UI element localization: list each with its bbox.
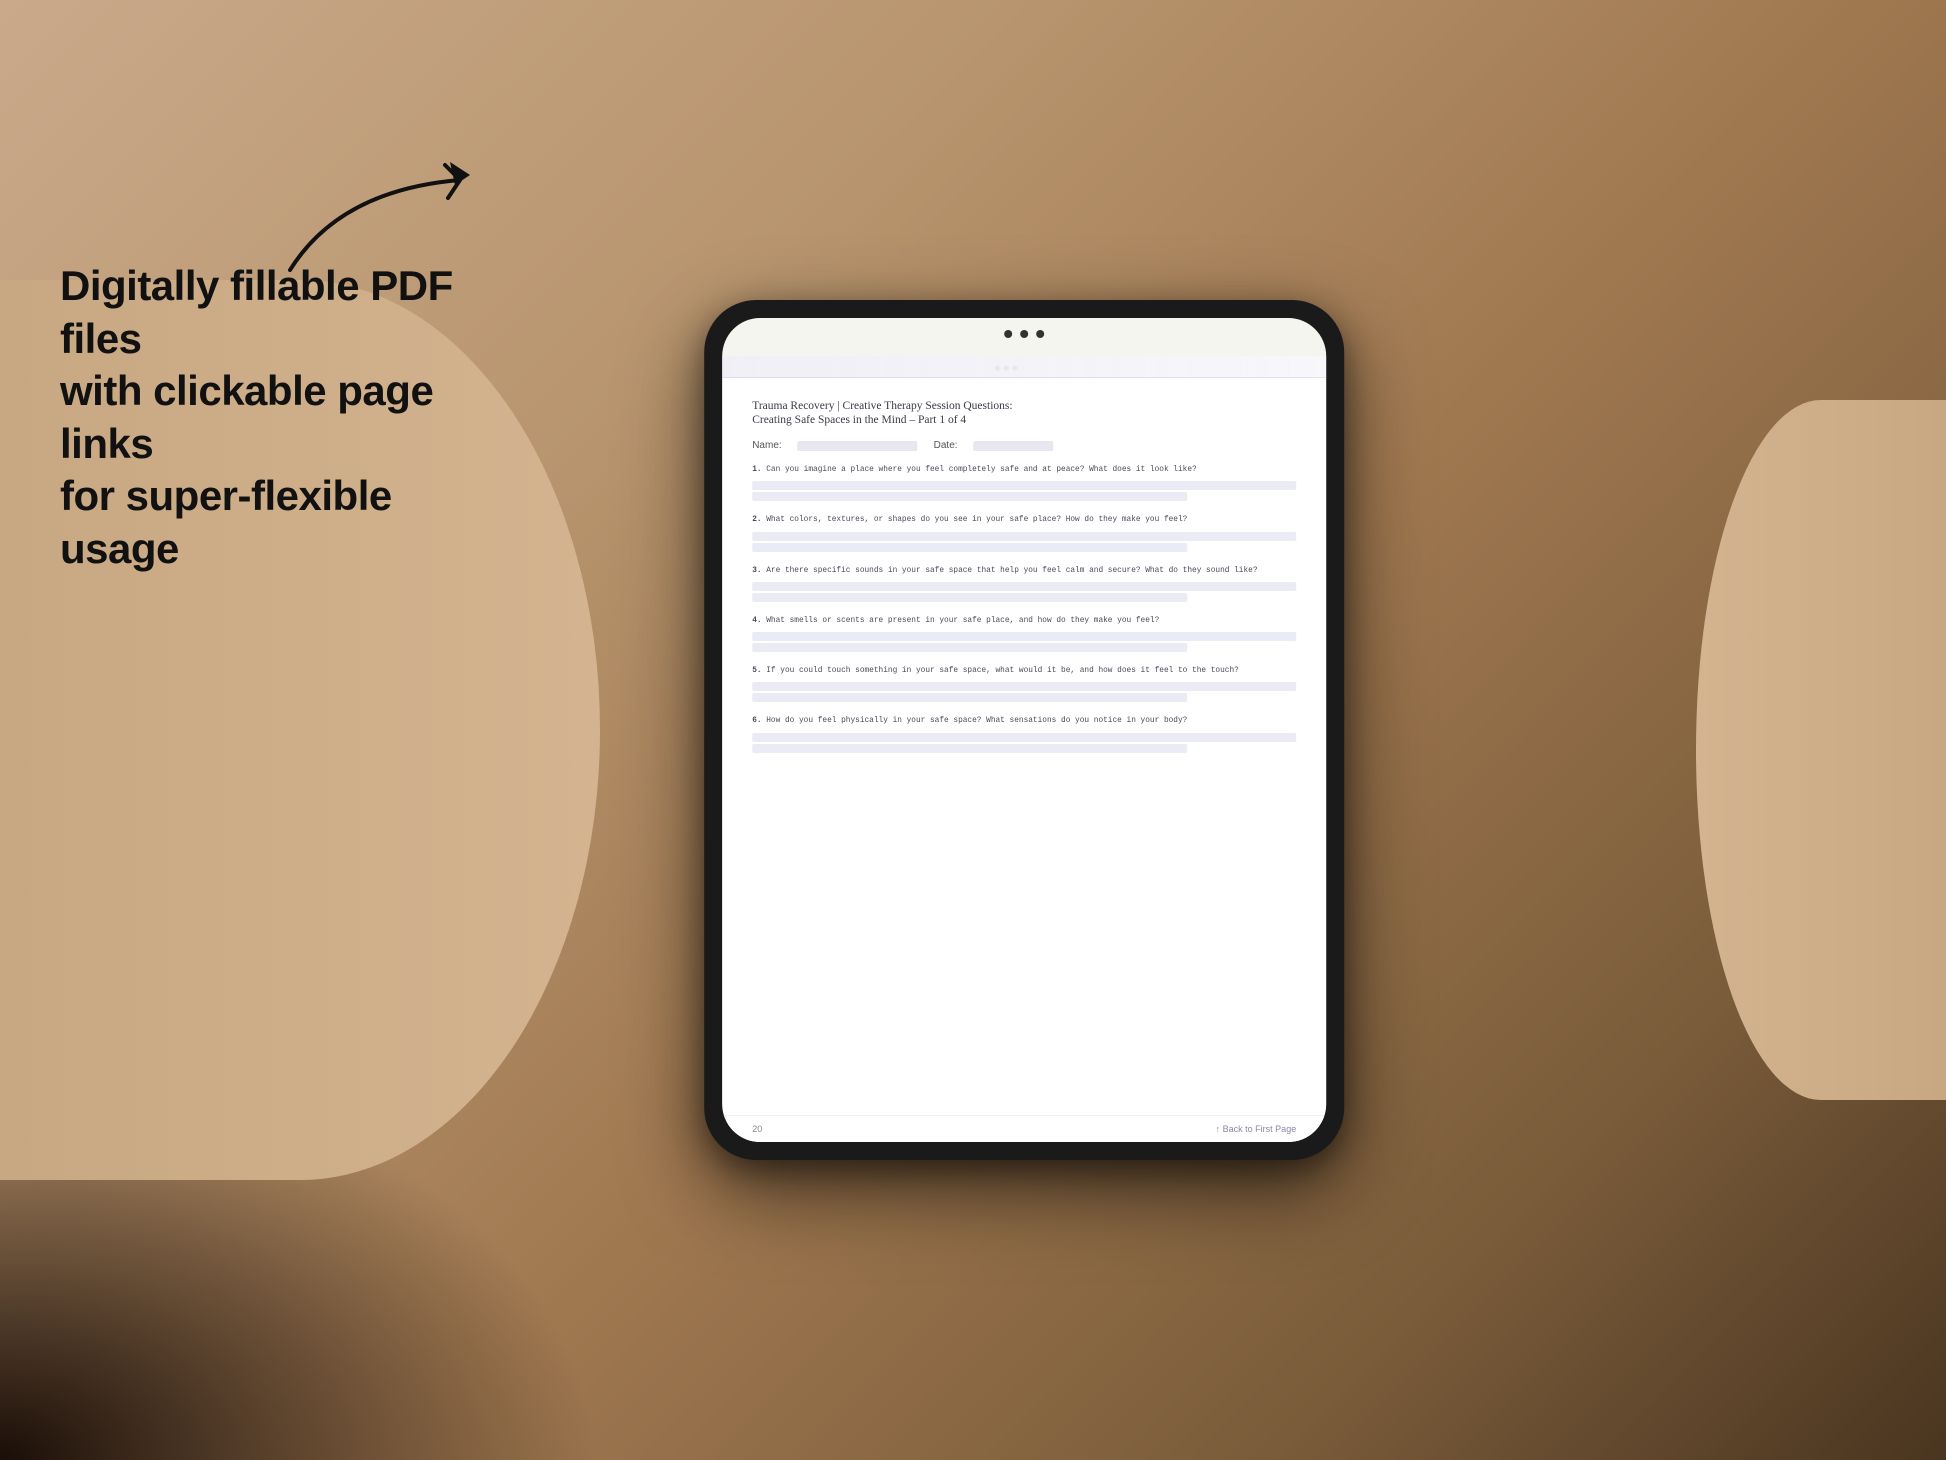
- question-5: 5. If you could touch something in your …: [752, 666, 1296, 704]
- question-1-number: 1.: [752, 466, 761, 474]
- question-1: 1. Can you imagine a place where you fee…: [752, 465, 1296, 503]
- tablet: Trauma Recovery | Creative Therapy Sessi…: [704, 300, 1344, 1160]
- name-date-row: Name: Date:: [752, 440, 1296, 451]
- pdf-title: Trauma Recovery | Creative Therapy Sessi…: [752, 400, 1296, 412]
- answer-6-line-2[interactable]: [752, 744, 1187, 753]
- answer-3-line-2[interactable]: [752, 593, 1187, 602]
- question-4: 4. What smells or scents are present in …: [752, 616, 1296, 654]
- answer-4-line-1[interactable]: [752, 632, 1296, 641]
- question-5-number: 5.: [752, 667, 761, 675]
- question-4-number: 4.: [752, 617, 761, 625]
- question-6-text: 6. How do you feel physically in your sa…: [752, 716, 1296, 727]
- page-header-decoration: [722, 356, 1326, 378]
- camera-dot-1: [1004, 330, 1012, 338]
- question-1-text: 1. Can you imagine a place where you fee…: [752, 465, 1296, 476]
- date-label: Date:: [934, 440, 958, 451]
- date-field[interactable]: [974, 441, 1054, 451]
- answer-6-line-1[interactable]: [752, 733, 1296, 742]
- answer-5-line-2[interactable]: [752, 693, 1187, 702]
- marketing-text: Digitally fillable PDF files with clicka…: [60, 260, 500, 575]
- answer-1-line-1[interactable]: [752, 481, 1296, 490]
- question-3-number: 3.: [752, 567, 761, 575]
- question-3-text: 3. Are there specific sounds in your saf…: [752, 566, 1296, 577]
- answer-1-line-2[interactable]: [752, 492, 1187, 501]
- answer-2-line-2[interactable]: [752, 543, 1187, 552]
- page-number: 20: [752, 1124, 762, 1134]
- pdf-content: Trauma Recovery | Creative Therapy Sessi…: [722, 378, 1326, 1115]
- answer-3-line-1[interactable]: [752, 582, 1296, 591]
- right-hand: [1696, 400, 1946, 1100]
- questions-list: 1. Can you imagine a place where you fee…: [752, 465, 1296, 1099]
- camera-bar: [1004, 330, 1044, 338]
- camera-dot-3: [1036, 330, 1044, 338]
- question-3: 3. Are there specific sounds in your saf…: [752, 566, 1296, 604]
- question-4-text: 4. What smells or scents are present in …: [752, 616, 1296, 627]
- camera-dot-2: [1020, 330, 1028, 338]
- pdf-page: Trauma Recovery | Creative Therapy Sessi…: [722, 356, 1326, 1142]
- name-field[interactable]: [798, 441, 918, 451]
- question-5-text: 5. If you could touch something in your …: [752, 666, 1296, 677]
- back-to-first-page-link[interactable]: ↑ Back to First Page: [1216, 1124, 1297, 1134]
- question-2-text: 2. What colors, textures, or shapes do y…: [752, 515, 1296, 526]
- tagline: Digitally fillable PDF files with clicka…: [60, 260, 500, 575]
- answer-2-line-1[interactable]: [752, 532, 1296, 541]
- pdf-footer: 20 ↑ Back to First Page: [722, 1115, 1326, 1142]
- answer-5-line-1[interactable]: [752, 682, 1296, 691]
- question-2: 2. What colors, textures, or shapes do y…: [752, 515, 1296, 553]
- name-label: Name:: [752, 440, 781, 451]
- pdf-subtitle: Creating Safe Spaces in the Mind – Part …: [752, 414, 1296, 426]
- answer-4-line-2[interactable]: [752, 643, 1187, 652]
- tablet-screen: Trauma Recovery | Creative Therapy Sessi…: [722, 318, 1326, 1142]
- question-2-number: 2.: [752, 516, 761, 524]
- question-6: 6. How do you feel physically in your sa…: [752, 716, 1296, 754]
- question-6-number: 6.: [752, 717, 761, 725]
